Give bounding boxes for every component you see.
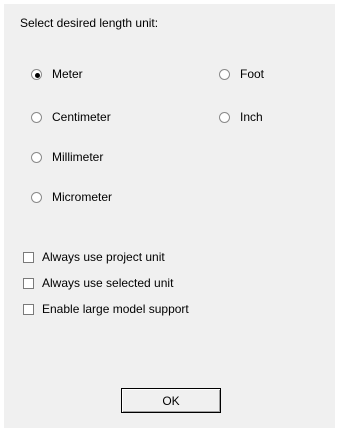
checkbox-indicator xyxy=(23,251,34,263)
radio-centimeter-label: Centimeter xyxy=(52,110,111,124)
ok-button[interactable]: OK xyxy=(121,388,221,413)
checkbox-always-use-selected-unit[interactable]: Always use selected unit xyxy=(23,276,173,290)
checkbox-enable-large-model-support-label: Enable large model support xyxy=(42,302,189,316)
radio-millimeter-label: Millimeter xyxy=(52,150,104,164)
prompt-text: Select desired length unit: xyxy=(20,16,159,30)
radio-micrometer[interactable]: Micrometer xyxy=(31,190,112,204)
checkbox-always-use-selected-unit-label: Always use selected unit xyxy=(42,276,174,290)
checkbox-enable-large-model-support[interactable]: Enable large model support xyxy=(23,302,189,316)
radio-meter[interactable]: Meter xyxy=(31,67,83,81)
length-unit-dialog: Select desired length unit: Meter Centim… xyxy=(4,4,335,428)
radio-indicator xyxy=(31,68,42,80)
radio-indicator xyxy=(219,111,230,123)
checkbox-always-use-project-unit-label: Always use project unit xyxy=(42,250,165,264)
radio-indicator xyxy=(31,111,42,123)
radio-meter-label: Meter xyxy=(52,67,83,81)
radio-indicator xyxy=(219,68,230,80)
checkbox-always-use-project-unit[interactable]: Always use project unit xyxy=(23,250,165,264)
radio-micrometer-label: Micrometer xyxy=(52,190,113,204)
radio-indicator xyxy=(31,151,42,163)
radio-inch-label: Inch xyxy=(240,110,263,124)
radio-inch[interactable]: Inch xyxy=(219,110,263,124)
radio-foot-label: Foot xyxy=(240,67,265,81)
radio-millimeter[interactable]: Millimeter xyxy=(31,150,103,164)
checkbox-indicator xyxy=(23,277,34,289)
radio-centimeter[interactable]: Centimeter xyxy=(31,110,111,124)
checkbox-indicator xyxy=(23,303,34,315)
radio-indicator xyxy=(31,191,42,203)
radio-foot[interactable]: Foot xyxy=(219,67,264,81)
